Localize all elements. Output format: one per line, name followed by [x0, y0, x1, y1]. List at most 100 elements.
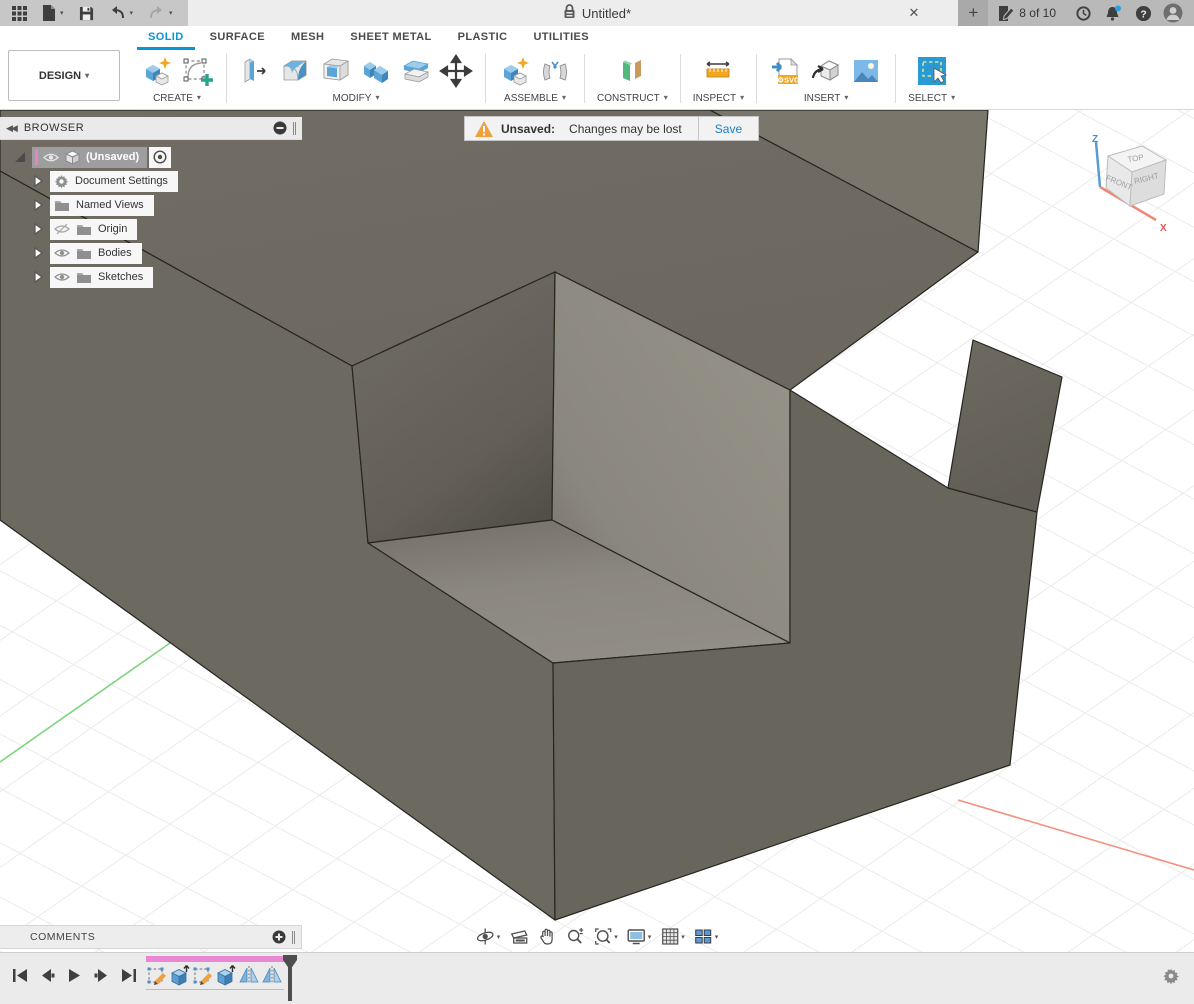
- model-step-top-face[interactable]: [948, 340, 1062, 512]
- select-dropdown[interactable]: SELECT: [908, 93, 955, 104]
- history-clock-icon[interactable]: [1068, 0, 1098, 26]
- workspace-tabs: SOLID SURFACE MESH SHEET METAL PLASTIC U…: [0, 26, 1194, 48]
- comments-title: COMMENTS: [30, 931, 272, 943]
- tab-sheet-metal[interactable]: SHEET METAL: [337, 31, 444, 48]
- browser-root-label[interactable]: (Unsaved): [32, 147, 147, 168]
- document-title: Untitled*: [582, 6, 631, 21]
- fit-icon[interactable]: [593, 927, 618, 946]
- browser-resize-grip[interactable]: [293, 122, 296, 135]
- timeline-feature-extrude[interactable]: [169, 964, 191, 986]
- insert-dropdown[interactable]: INSERT: [804, 93, 849, 104]
- create-dropdown[interactable]: CREATE: [153, 93, 201, 104]
- canvas-icon[interactable]: [849, 54, 883, 88]
- select-window-icon[interactable]: [915, 54, 949, 88]
- tab-solid[interactable]: SOLID: [135, 31, 197, 48]
- browser-minimize-icon[interactable]: [273, 121, 287, 135]
- press-pull-icon[interactable]: [239, 54, 273, 88]
- save-button[interactable]: Save: [698, 117, 758, 140]
- browser-collapse-icon[interactable]: ◀◀: [6, 123, 16, 134]
- skip-to-start-icon[interactable]: [12, 967, 29, 984]
- collapsed-caret-icon[interactable]: [32, 175, 44, 187]
- svg-text:⚙SVG: ⚙SVG: [777, 76, 800, 85]
- app-menu-icon[interactable]: [12, 6, 27, 21]
- expand-caret-icon[interactable]: [14, 151, 26, 163]
- display-settings-icon[interactable]: [627, 927, 652, 946]
- construction-plane-icon[interactable]: [615, 54, 649, 88]
- construct-dropdown[interactable]: CONSTRUCT: [597, 93, 668, 104]
- close-tab-icon[interactable]: ✕: [900, 0, 928, 26]
- redo-icon[interactable]: [148, 6, 173, 20]
- new-tab-icon[interactable]: +: [958, 0, 988, 26]
- viewports-icon[interactable]: [694, 927, 719, 946]
- timeline-feature-sketch[interactable]: [192, 964, 214, 986]
- eye-icon[interactable]: [43, 152, 59, 163]
- document-tab-counter[interactable]: 8 of 10: [988, 6, 1068, 21]
- browser-item-bodies[interactable]: Bodies: [0, 241, 302, 265]
- tab-utilities[interactable]: UTILITIES: [520, 31, 602, 48]
- tab-plastic[interactable]: PLASTIC: [445, 31, 521, 48]
- timeline-feature-mirror[interactable]: [261, 964, 283, 986]
- browser-item-sketches[interactable]: Sketches: [0, 265, 302, 289]
- timeline-feature-sketch[interactable]: [146, 964, 168, 986]
- tab-mesh[interactable]: MESH: [278, 31, 337, 48]
- browser-item-document-settings[interactable]: Document Settings: [0, 169, 302, 193]
- environment-switcher-design[interactable]: DESIGN: [8, 50, 120, 101]
- inspect-dropdown[interactable]: INSPECT: [693, 93, 744, 104]
- pan-icon[interactable]: [537, 927, 556, 946]
- eye-hidden-icon[interactable]: [54, 223, 70, 235]
- collapsed-caret-icon[interactable]: [32, 271, 44, 283]
- measure-icon[interactable]: [701, 54, 735, 88]
- assemble-new-component-icon[interactable]: [498, 54, 532, 88]
- combine-icon[interactable]: [359, 54, 393, 88]
- titlebar-right-tools: + 8 of 10 ?: [958, 0, 1194, 26]
- 3d-viewport[interactable]: TOP FRONT RIGHT Z X ◀◀ BROWSER (Unsaved): [0, 110, 1194, 952]
- browser-item-label: Bodies: [98, 247, 132, 259]
- grid-settings-icon[interactable]: [660, 927, 685, 946]
- add-comment-icon[interactable]: [272, 930, 286, 944]
- timeline-bar: [0, 952, 1194, 1004]
- offset-face-icon[interactable]: [399, 54, 433, 88]
- play-icon[interactable]: [66, 967, 83, 984]
- browser-item-named-views[interactable]: Named Views: [0, 193, 302, 217]
- new-component-icon[interactable]: [140, 54, 174, 88]
- help-icon[interactable]: ?: [1128, 0, 1158, 26]
- folder-icon: [54, 199, 70, 211]
- fillet-icon[interactable]: [279, 54, 313, 88]
- notifications-bell-icon[interactable]: [1098, 0, 1128, 26]
- file-menu-icon[interactable]: [42, 5, 64, 21]
- timeline-feature-mirror[interactable]: [238, 964, 260, 986]
- browser-title: BROWSER: [24, 122, 273, 134]
- move-icon[interactable]: [439, 54, 473, 88]
- skip-to-end-icon[interactable]: [120, 967, 137, 984]
- comments-resize-grip[interactable]: [292, 931, 295, 944]
- joint-icon[interactable]: [538, 54, 572, 88]
- step-forward-icon[interactable]: [93, 967, 110, 984]
- collapsed-caret-icon[interactable]: [32, 199, 44, 211]
- zoom-icon[interactable]: [565, 927, 584, 946]
- insert-derive-icon[interactable]: [809, 54, 843, 88]
- browser-root-row[interactable]: (Unsaved): [0, 145, 302, 169]
- modify-dropdown[interactable]: MODIFY: [333, 93, 380, 104]
- warning-icon: [475, 121, 493, 137]
- view-cube[interactable]: TOP FRONT RIGHT Z X: [1078, 132, 1178, 237]
- timeline-feature-extrude[interactable]: [215, 964, 237, 986]
- look-at-icon[interactable]: [509, 927, 528, 946]
- orbit-icon[interactable]: [476, 927, 501, 946]
- tab-surface[interactable]: SURFACE: [197, 31, 278, 48]
- timeline-playhead[interactable]: [283, 955, 297, 1001]
- browser-item-origin[interactable]: Origin: [0, 217, 302, 241]
- collapsed-caret-icon[interactable]: [32, 247, 44, 259]
- shell-icon[interactable]: [319, 54, 353, 88]
- account-avatar[interactable]: [1158, 0, 1188, 26]
- assemble-dropdown[interactable]: ASSEMBLE: [504, 93, 566, 104]
- create-sketch-icon[interactable]: [180, 54, 214, 88]
- insert-svg-icon[interactable]: ⚙SVG: [769, 54, 803, 88]
- save-icon[interactable]: [79, 6, 94, 21]
- timeline-settings-gear-icon[interactable]: [1162, 967, 1180, 985]
- step-back-icon[interactable]: [39, 967, 56, 984]
- undo-icon[interactable]: [109, 6, 134, 20]
- collapsed-caret-icon[interactable]: [32, 223, 44, 235]
- eye-icon[interactable]: [54, 271, 70, 283]
- eye-icon[interactable]: [54, 247, 70, 259]
- activate-component-radio[interactable]: [149, 147, 171, 168]
